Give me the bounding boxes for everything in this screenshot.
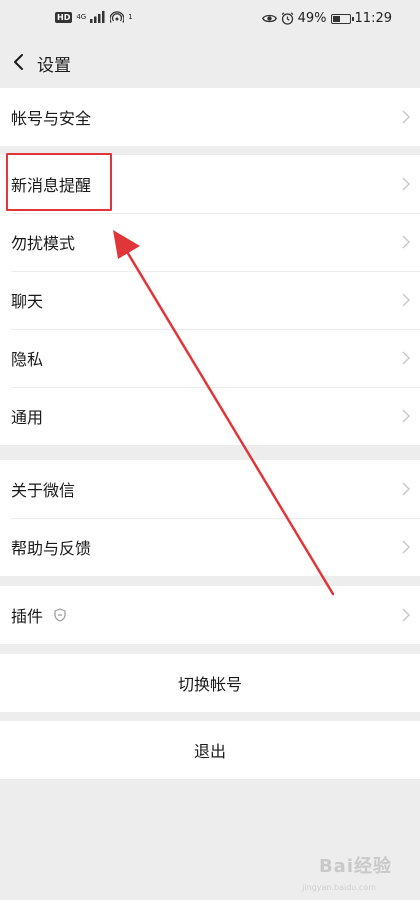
page-title: 设置 [37,56,71,76]
row-label: 通用 [11,408,44,427]
back-icon[interactable] [8,50,30,74]
row-label: 勿扰模式 [11,234,76,253]
settings-row-privacy[interactable]: 隐私 [0,329,420,387]
clock: 11:29 [354,11,392,26]
shield-icon [54,608,66,622]
alarm-icon [281,12,294,25]
row-label: 隐私 [11,350,44,369]
nav-bar: 设置 [0,40,420,86]
hotspot-icon [110,11,125,23]
row-label: 聊天 [11,292,44,311]
settings-row-chats[interactable]: 聊天 [0,271,420,329]
settings-row-do-not-disturb[interactable]: 勿扰模式 [0,213,420,271]
chevron-right-icon [402,482,410,496]
settings-group-account: 帐号与安全 [0,88,420,146]
chevron-right-icon [402,293,410,307]
chevron-right-icon [402,351,410,365]
battery-percent: 49% [297,11,327,26]
logout-button[interactable]: 退出 [0,721,420,779]
row-label: 帮助与反馈 [11,539,92,558]
settings-group-about: 关于微信 帮助与反馈 [0,460,420,576]
chevron-right-icon [402,608,410,622]
battery-icon [330,13,354,24]
chevron-right-icon [402,235,410,249]
watermark-url: jingyan.baidu.com [302,883,376,892]
battery-fill [332,15,340,22]
chevron-right-icon [402,540,410,554]
eye-icon [261,14,277,23]
settings-row-about-wechat[interactable]: 关于微信 [0,460,420,518]
row-label: 关于微信 [11,481,76,500]
settings-row-account-security[interactable]: 帐号与安全 [0,88,420,146]
switch-account-card: 切换帐号 [0,654,420,712]
settings-row-help-feedback[interactable]: 帮助与反馈 [0,518,420,576]
switch-account-button[interactable]: 切换帐号 [0,654,420,712]
settings-row-general[interactable]: 通用 [0,387,420,445]
row-label: 插件 [11,607,44,626]
status-bar: HD 4G 1 49% 11:29 [0,0,420,40]
hd-badge: HD [55,11,73,23]
settings-row-plugins[interactable]: 插件 [0,586,420,644]
hotspot-count: 1 [128,13,133,21]
settings-group-plugins: 插件 [0,586,420,644]
chevron-right-icon [402,110,410,124]
chevron-right-icon [402,409,410,423]
row-label: 帐号与安全 [11,109,92,128]
highlight-box [6,153,112,211]
signal-icon [90,11,105,23]
logout-card: 退出 [0,721,420,779]
status-right: 49% 11:29 [261,11,392,26]
status-left: HD 4G 1 [55,11,133,23]
network-type: 4G [76,13,87,21]
watermark-logo: Bai经验 [318,856,392,877]
chevron-right-icon [402,177,410,191]
